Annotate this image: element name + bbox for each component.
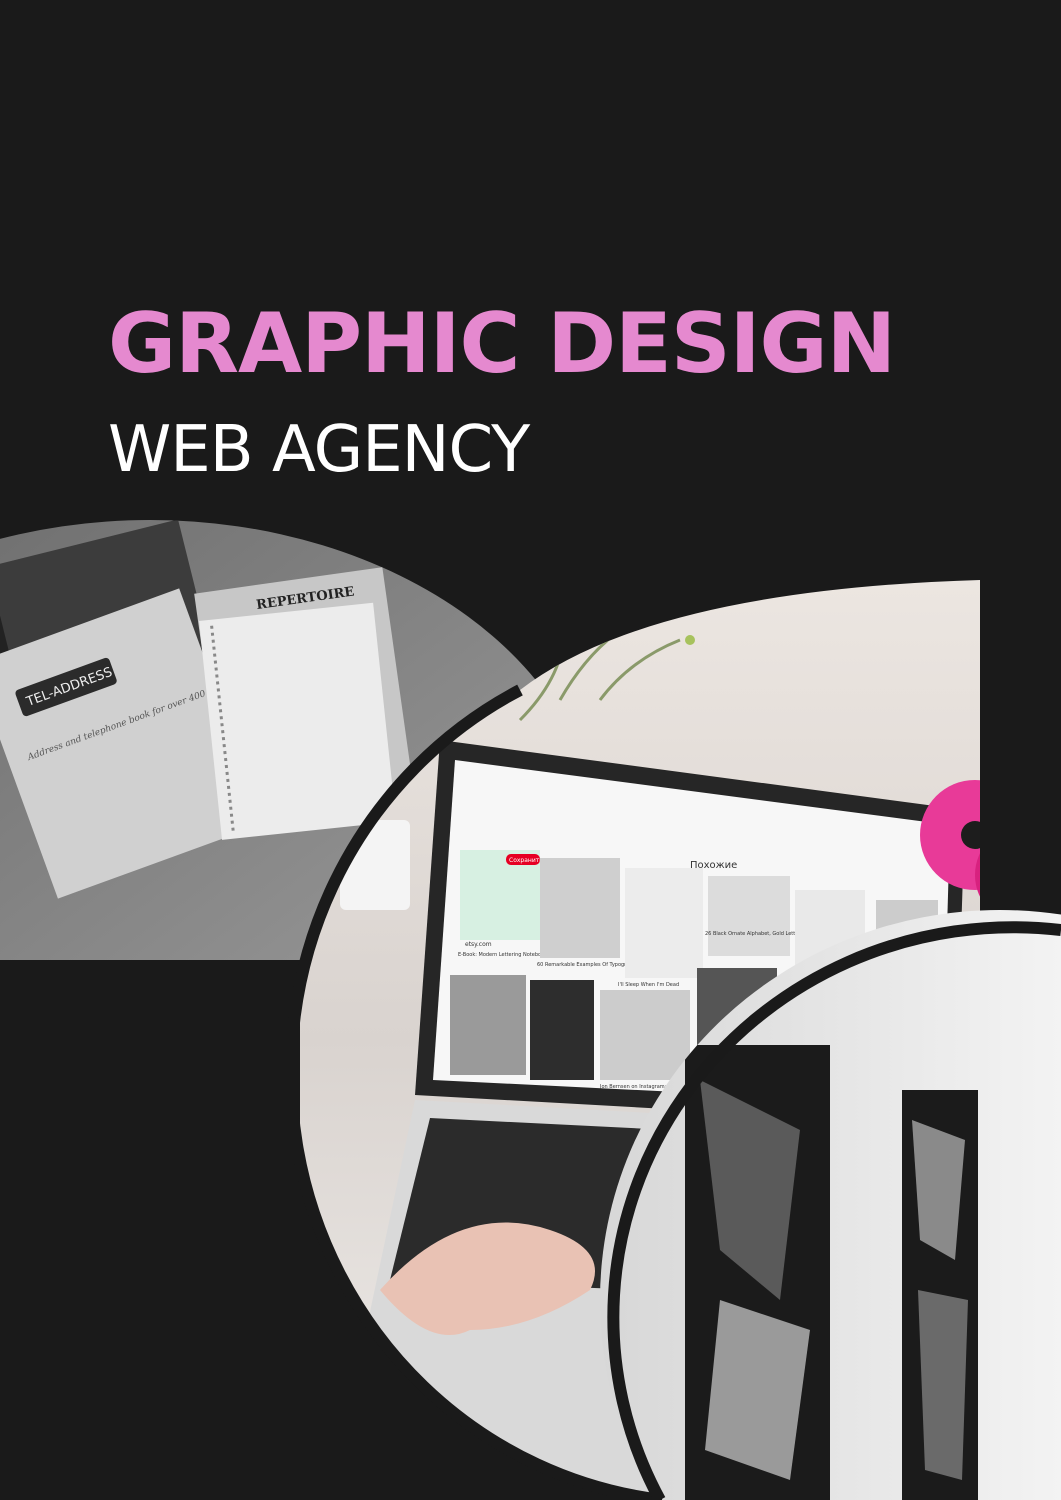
poster: TEL-ADDRESS Address and telephone book f… — [0, 0, 1061, 1500]
photo-collage: TEL-ADDRESS Address and telephone book f… — [0, 520, 1061, 1500]
pin-caption-3: I'll Sleep When I'm Dead — [618, 982, 679, 988]
page-subtitle: WEB AGENCY — [108, 413, 530, 487]
page-title: GRAPHIC DESIGN — [108, 295, 896, 392]
flower-2 — [975, 825, 1061, 925]
spiral-notebook — [199, 602, 397, 840]
pin-source: etsy.com — [465, 941, 492, 948]
save-pin-label: Сохранить — [509, 857, 543, 864]
flower-3 — [995, 730, 1061, 810]
